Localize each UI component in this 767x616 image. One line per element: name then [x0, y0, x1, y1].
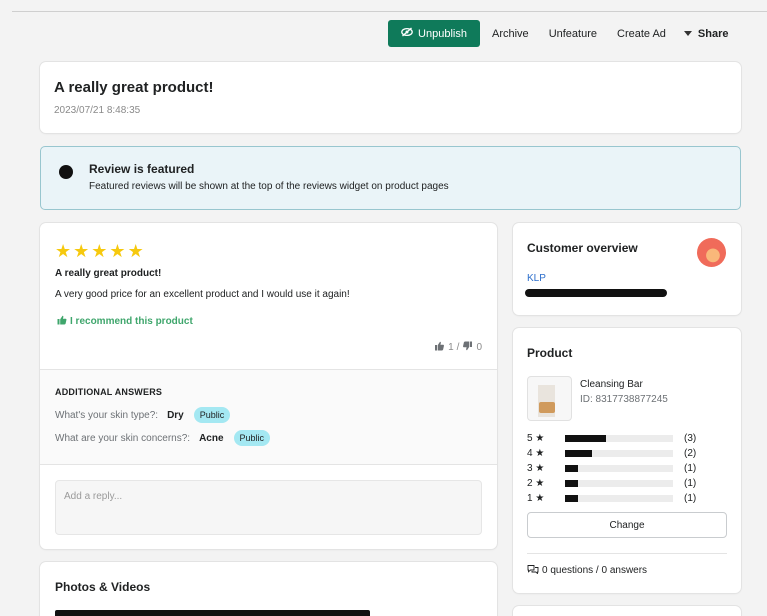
rating-row: 3 ★ (1): [527, 461, 727, 476]
rating-bar: [565, 450, 592, 457]
share-label: Share: [697, 27, 729, 40]
questions-answers-link[interactable]: 0 questions / 0 answers: [527, 564, 647, 577]
rating-label: 5 ★: [527, 433, 545, 444]
divider: [40, 464, 497, 465]
rating-distribution: 5 ★ (3) 4 ★ (2) 3 ★ (1) 2 ★ (1) 1 ★ (1): [527, 431, 727, 506]
answer-question: What's your skin type?:: [55, 409, 159, 421]
public-badge: Public: [193, 407, 231, 423]
star-icon: ★: [55, 241, 72, 261]
answer-row: What are your skin concerns?: Acne Publi…: [55, 430, 271, 446]
rating-track: [565, 435, 673, 442]
unhelpful-count: 0: [476, 342, 482, 353]
rating-track: [565, 465, 673, 472]
public-badge: Public: [233, 430, 271, 446]
rating-bar: [565, 495, 578, 502]
star-icon: ★: [91, 241, 108, 261]
helpful-count: 1: [448, 342, 454, 353]
rating-count: (1): [684, 493, 697, 504]
customer-overview-card: Customer overview KLP: [513, 223, 741, 315]
rating-label: 1 ★: [527, 493, 545, 504]
product-card: Product Cleansing Bar ID: 8317738877245 …: [513, 328, 741, 593]
rating-track: [565, 495, 673, 502]
divider: [527, 553, 727, 554]
media-thumbnail[interactable]: [55, 610, 370, 616]
rating-bar: [565, 465, 578, 472]
rating-row: 2 ★ (1): [527, 476, 727, 491]
banner-title: Review is featured: [89, 162, 195, 176]
rating-track: [565, 480, 673, 487]
thumbs-down-icon[interactable]: [462, 341, 473, 354]
banner-subtitle: Featured reviews will be shown at the to…: [89, 181, 449, 192]
reply-input[interactable]: Add a reply...: [55, 480, 482, 535]
customer-overview-title: Customer overview: [527, 241, 638, 255]
rating-count: (2): [684, 448, 697, 459]
next-card: [513, 606, 741, 616]
star-icon: ★: [73, 241, 90, 261]
action-toolbar: Unpublish Archive Unfeature Create Ad Sh…: [388, 20, 729, 47]
change-product-button[interactable]: Change: [527, 512, 727, 538]
additional-answers: ADDITIONAL ANSWERS What's your skin type…: [40, 370, 497, 464]
review-card: ★ ★ ★ ★ ★ A really great product! A very…: [40, 223, 497, 549]
info-icon: [59, 165, 73, 179]
review-title: A really great product!: [55, 268, 162, 279]
rating-row: 4 ★ (2): [527, 446, 727, 461]
recommend-note: I recommend this product: [57, 315, 193, 328]
star-icon: ★: [127, 241, 144, 261]
answer-value: Acne: [199, 432, 224, 444]
rating-count: (3): [684, 433, 697, 444]
product-name: Cleansing Bar: [580, 379, 643, 390]
eye-slash-icon: [401, 27, 413, 40]
answer-question: What are your skin concerns?:: [55, 432, 191, 444]
redacted-email: [525, 289, 667, 297]
recommend-text: I recommend this product: [70, 316, 193, 327]
avatar: [697, 238, 726, 267]
share-button[interactable]: Share: [683, 27, 729, 40]
rating-label: 2 ★: [527, 478, 545, 489]
rating-row: 1 ★ (1): [527, 491, 727, 506]
review-timestamp: 2023/07/21 8:48:35: [54, 105, 141, 116]
rating-bar: [565, 480, 578, 487]
helpfulness-votes: 1 / 0: [434, 341, 482, 354]
rating-track: [565, 450, 673, 457]
product-title: Product: [527, 346, 573, 360]
answer-row: What's your skin type?: Dry Public: [55, 407, 231, 423]
answer-value: Dry: [167, 409, 184, 421]
rating-label: 4 ★: [527, 448, 545, 459]
photos-videos-card: Photos & Videos: [40, 562, 497, 616]
product-image[interactable]: [527, 376, 572, 421]
star-rating: ★ ★ ★ ★ ★: [55, 242, 144, 260]
create-ad-button[interactable]: Create Ad: [617, 28, 666, 40]
top-divider: [12, 11, 767, 12]
review-header-card: A really great product! 2023/07/21 8:48:…: [40, 62, 741, 133]
featured-banner: Review is featured Featured reviews will…: [40, 146, 741, 210]
product-id: ID: 8317738877245: [580, 394, 668, 405]
rating-count: (1): [684, 463, 697, 474]
chat-bubbles-icon: [527, 564, 539, 577]
rating-bar: [565, 435, 607, 442]
unpublish-button[interactable]: Unpublish: [388, 20, 480, 47]
page-title: A really great product!: [54, 79, 214, 96]
review-body: A very good price for an excellent produ…: [55, 289, 350, 300]
rating-label: 3 ★: [527, 463, 545, 474]
unpublish-label: Unpublish: [418, 27, 467, 40]
vote-separator: /: [456, 342, 460, 353]
archive-button[interactable]: Archive: [492, 28, 529, 40]
additional-answers-heading: ADDITIONAL ANSWERS: [55, 387, 163, 397]
product-soap-shape: [539, 402, 555, 413]
rating-count: (1): [684, 478, 697, 489]
star-icon: ★: [109, 241, 126, 261]
qa-text: 0 questions / 0 answers: [542, 565, 648, 576]
customer-name-link[interactable]: KLP: [527, 273, 546, 284]
photos-videos-title: Photos & Videos: [55, 580, 151, 594]
unfeature-button[interactable]: Unfeature: [549, 28, 597, 40]
thumbs-up-icon: [57, 315, 67, 328]
thumbs-up-icon[interactable]: [434, 341, 445, 354]
caret-down-icon: [683, 31, 692, 36]
rating-row: 5 ★ (3): [527, 431, 727, 446]
